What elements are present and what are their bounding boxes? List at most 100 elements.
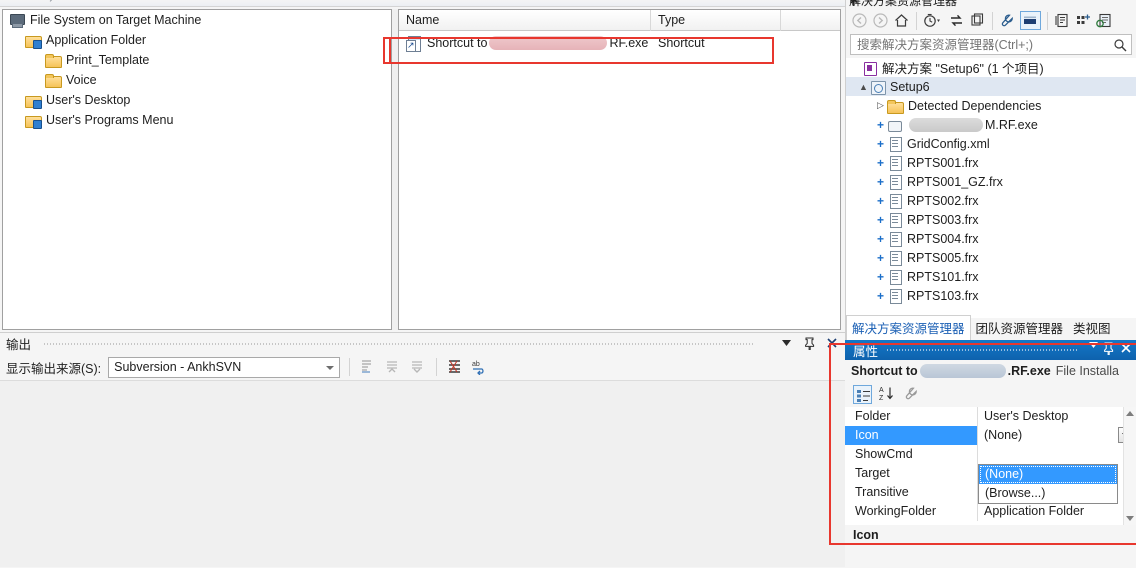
project-node-setup6[interactable]: ▲ Setup6 bbox=[846, 77, 1136, 96]
property-row-folder[interactable]: Folder User's Desktop bbox=[845, 407, 1136, 426]
close-icon[interactable]: ✕ bbox=[849, 0, 1130, 7]
collapse-all-icon[interactable] bbox=[1054, 12, 1071, 29]
sync-with-active-document-icon[interactable] bbox=[948, 12, 965, 29]
list-item[interactable]: + RPTS005.frx bbox=[846, 248, 1136, 267]
expand-plus-icon[interactable]: + bbox=[874, 156, 887, 170]
expand-plus-icon[interactable]: + bbox=[874, 270, 887, 284]
icon-value-dropdown[interactable]: (None) (Browse...) bbox=[978, 464, 1118, 504]
pending-changes-icon[interactable] bbox=[923, 12, 944, 29]
property-pages-icon[interactable] bbox=[903, 385, 922, 404]
tree-item-print-template[interactable]: Print_Template bbox=[3, 50, 391, 70]
view-code-icon[interactable] bbox=[1075, 12, 1092, 29]
list-item[interactable]: + RPTS001.frx bbox=[846, 153, 1136, 172]
expand-plus-icon[interactable]: + bbox=[874, 289, 887, 303]
property-row-icon[interactable]: Icon (None) bbox=[845, 426, 1136, 445]
tree-item-application-folder[interactable]: Application Folder bbox=[3, 30, 391, 50]
list-header: Name Type bbox=[399, 10, 840, 31]
object-kind: File Installa bbox=[1055, 364, 1119, 378]
close-icon[interactable] bbox=[1121, 343, 1131, 353]
properties-grid[interactable]: Folder User's Desktop Icon (None) ShowCm… bbox=[845, 407, 1136, 525]
expand-plus-icon[interactable]: + bbox=[874, 232, 887, 246]
list-item[interactable]: + RPTS101.frx bbox=[846, 267, 1136, 286]
close-icon[interactable] bbox=[825, 335, 839, 351]
column-header-type[interactable]: Type bbox=[651, 10, 781, 31]
solution-tree[interactable]: 解决方案 "Setup6" (1 个项目) ▲ Setup6 ▷ Detecte… bbox=[846, 58, 1136, 318]
property-row-workingfolder[interactable]: WorkingFolder Application Folder bbox=[845, 502, 1136, 521]
dropdown-option-none[interactable]: (None) bbox=[979, 465, 1117, 484]
list-item[interactable]: + GridConfig.xml bbox=[846, 134, 1136, 153]
tree-item-users-desktop[interactable]: User's Desktop bbox=[3, 90, 391, 110]
expand-plus-icon[interactable]: + bbox=[874, 175, 887, 189]
expand-plus-icon[interactable]: + bbox=[874, 251, 887, 265]
go-to-previous-message-icon[interactable] bbox=[384, 358, 402, 376]
output-source-select[interactable]: Subversion - AnkhSVN bbox=[108, 356, 341, 378]
list-item[interactable]: + RPTS004.frx bbox=[846, 229, 1136, 248]
search-icon[interactable] bbox=[1113, 38, 1127, 52]
chevron-down-icon[interactable] bbox=[779, 335, 793, 351]
solution-node[interactable]: 解决方案 "Setup6" (1 个项目) bbox=[846, 58, 1136, 77]
pin-icon[interactable] bbox=[1103, 342, 1114, 355]
scroll-down-arrow-icon[interactable] bbox=[1126, 516, 1134, 521]
node-label: RPTS003.frx bbox=[907, 212, 979, 227]
tab-solution-explorer[interactable]: 解决方案资源管理器 bbox=[846, 315, 971, 340]
property-value[interactable]: (None) bbox=[978, 426, 1136, 445]
expand-plus-icon[interactable]: + bbox=[874, 118, 887, 132]
list-item[interactable]: + RPTS103.frx bbox=[846, 286, 1136, 305]
tree-item-label: Application Folder bbox=[46, 33, 147, 47]
property-value[interactable]: User's Desktop bbox=[978, 407, 1136, 426]
tab-class-view[interactable]: 类视图 bbox=[1068, 316, 1116, 340]
tree-item-users-programs-menu[interactable]: User's Programs Menu bbox=[3, 110, 391, 130]
chevron-down-icon[interactable] bbox=[1089, 342, 1098, 348]
toggle-word-wrap-icon[interactable]: ab bbox=[471, 358, 489, 376]
tree-item-file-system-on-target-machine[interactable]: File System on Target Machine bbox=[3, 10, 391, 30]
preview-selected-items-icon[interactable] bbox=[1096, 12, 1113, 29]
refresh-icon[interactable] bbox=[969, 12, 986, 29]
properties-toolbar: A Z bbox=[845, 382, 1136, 407]
search-input[interactable] bbox=[855, 36, 1113, 53]
file-system-tree[interactable]: File System on Target Machine Applicatio… bbox=[2, 9, 392, 330]
list-item[interactable]: + RPTS002.frx bbox=[846, 191, 1136, 210]
expand-plus-icon[interactable]: + bbox=[874, 213, 887, 227]
list-item[interactable]: + M.RF.exe bbox=[846, 115, 1136, 134]
show-all-files-icon[interactable] bbox=[1020, 11, 1041, 30]
solution-explorer-title-bar: 解决方案资源管理器 ⚲ ✕ bbox=[846, 0, 1136, 8]
output-source-value: Subversion - AnkhSVN bbox=[114, 360, 242, 374]
table-row[interactable]: Shortcut to RF.exe Shortcut bbox=[399, 31, 840, 55]
property-value[interactable] bbox=[978, 445, 1136, 464]
tree-item-voice[interactable]: Voice bbox=[3, 70, 391, 90]
node-label: RPTS103.frx bbox=[907, 288, 979, 303]
properties-scrollbar[interactable] bbox=[1123, 407, 1136, 525]
list-item[interactable]: + RPTS003.frx bbox=[846, 210, 1136, 229]
setup-project-icon bbox=[870, 79, 886, 95]
clear-all-icon[interactable] bbox=[446, 358, 464, 376]
file-system-editor: File System on Target Machine Applicatio… bbox=[0, 7, 845, 332]
chevron-down-icon[interactable]: ▲ bbox=[857, 82, 870, 92]
go-to-next-message-icon[interactable] bbox=[409, 358, 427, 376]
alphabetical-icon[interactable]: A Z bbox=[878, 385, 897, 404]
properties-icon[interactable] bbox=[999, 12, 1016, 29]
find-message-icon[interactable] bbox=[359, 358, 377, 376]
output-text-area[interactable] bbox=[0, 381, 845, 567]
home-icon[interactable] bbox=[893, 12, 910, 29]
pin-icon[interactable] bbox=[802, 335, 816, 351]
object-name-suffix: .RF.exe bbox=[1007, 364, 1051, 378]
expand-plus-icon[interactable]: + bbox=[874, 137, 887, 151]
categorized-icon[interactable] bbox=[853, 385, 872, 404]
node-detected-dependencies[interactable]: ▷ Detected Dependencies bbox=[846, 96, 1136, 115]
forward-icon[interactable] bbox=[872, 12, 889, 29]
solution-explorer-search[interactable] bbox=[850, 34, 1132, 55]
file-system-contents-list[interactable]: Name Type Shortcut to RF.exe Shortcut bbox=[398, 9, 841, 330]
title-dotted-rule bbox=[44, 343, 753, 345]
property-value[interactable]: Application Folder bbox=[978, 502, 1136, 521]
tab-team-explorer[interactable]: 团队资源管理器 bbox=[971, 316, 1069, 340]
expand-plus-icon[interactable]: + bbox=[874, 194, 887, 208]
back-icon[interactable] bbox=[851, 12, 868, 29]
scroll-up-arrow-icon[interactable] bbox=[1126, 411, 1134, 416]
node-label: Detected Dependencies bbox=[908, 98, 1042, 113]
column-header-name[interactable]: Name bbox=[399, 10, 651, 31]
cell-type: Shortcut bbox=[658, 36, 705, 50]
list-item[interactable]: + RPTS001_GZ.frx bbox=[846, 172, 1136, 191]
property-row-showcmd[interactable]: ShowCmd bbox=[845, 445, 1136, 464]
dropdown-option-browse[interactable]: (Browse...) bbox=[979, 484, 1117, 503]
chevron-right-icon[interactable]: ▷ bbox=[874, 100, 887, 111]
